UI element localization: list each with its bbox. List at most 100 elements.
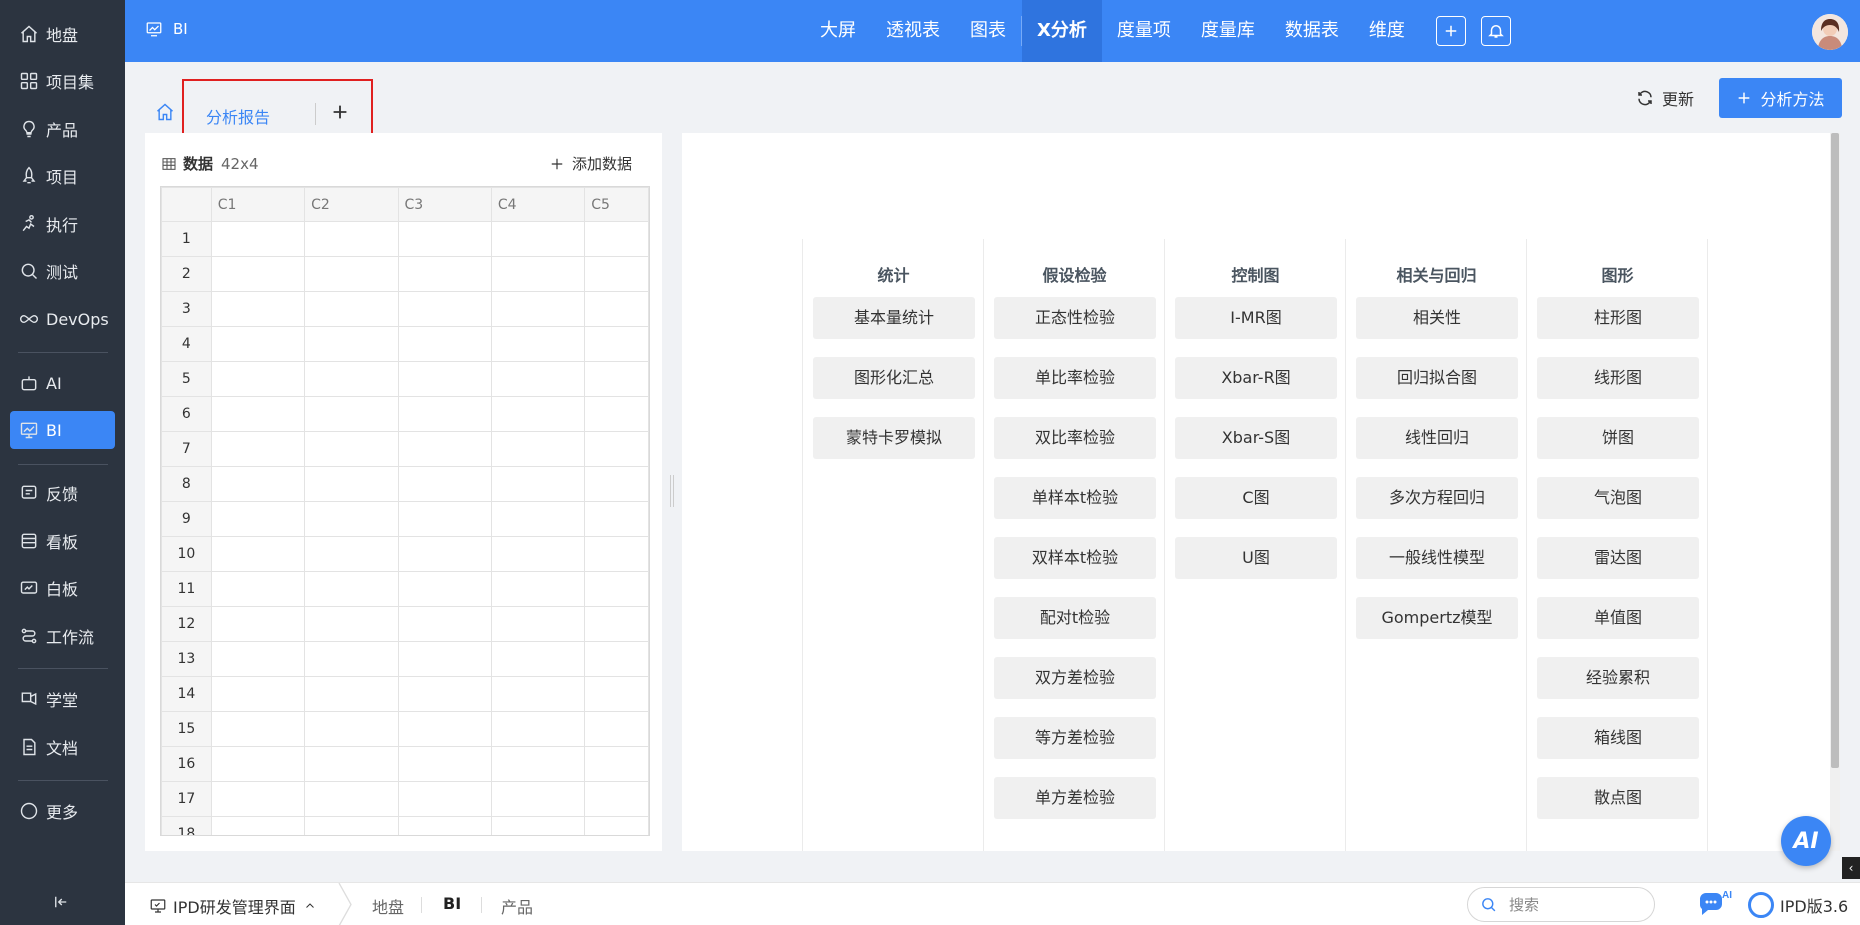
data-cell[interactable] [210, 361, 306, 397]
data-cell[interactable] [490, 326, 586, 362]
method-button[interactable]: I-MR图 [1175, 297, 1337, 339]
data-cell[interactable] [304, 361, 399, 397]
method-button[interactable]: 回归拟合图 [1356, 357, 1518, 399]
data-cell[interactable] [490, 536, 586, 572]
sidebar-item-docs[interactable]: 文档 [10, 728, 115, 766]
nav-pivot-table[interactable]: 透视表 [871, 0, 955, 62]
method-button[interactable]: 相关性 [1356, 297, 1518, 339]
data-cell[interactable] [304, 256, 399, 292]
sidebar-item-school[interactable]: 学堂 [10, 680, 115, 718]
data-cell[interactable] [584, 396, 649, 432]
data-cell[interactable] [210, 431, 306, 467]
data-cell[interactable] [397, 361, 492, 397]
data-cell[interactable] [304, 746, 399, 782]
data-cell[interactable] [304, 606, 399, 642]
method-button[interactable]: 单值图 [1537, 597, 1699, 639]
data-cell[interactable] [397, 641, 492, 677]
data-cell[interactable] [304, 326, 399, 362]
data-cell[interactable] [584, 571, 649, 607]
data-cell[interactable] [397, 326, 492, 362]
sidebar-item-more[interactable]: 更多 [10, 792, 115, 830]
data-cell[interactable] [210, 396, 306, 432]
nav-dimension[interactable]: 维度 [1354, 0, 1420, 62]
sidebar-item-ai[interactable]: AI [10, 364, 115, 402]
data-cell[interactable] [584, 676, 649, 712]
column-header[interactable]: C5 [584, 187, 649, 222]
data-cell[interactable] [397, 746, 492, 782]
method-button[interactable]: 柱形图 [1537, 297, 1699, 339]
sidebar-item-devops[interactable]: DevOps [10, 300, 115, 338]
create-button[interactable] [1436, 16, 1466, 46]
data-cell[interactable] [490, 221, 586, 257]
method-button[interactable]: 图形化汇总 [813, 357, 975, 399]
data-cell[interactable] [210, 536, 306, 572]
sidebar-item-execution[interactable]: 执行 [10, 205, 115, 243]
data-cell[interactable] [584, 746, 649, 782]
data-cell[interactable] [210, 641, 306, 677]
column-header[interactable]: C2 [304, 187, 399, 222]
data-cell[interactable] [584, 326, 649, 362]
data-cell[interactable] [210, 676, 306, 712]
column-header[interactable]: C1 [210, 187, 306, 222]
scrollbar-thumb[interactable] [1831, 133, 1839, 768]
data-cell[interactable] [210, 711, 306, 747]
data-cell[interactable] [490, 781, 586, 817]
data-cell[interactable] [490, 816, 586, 835]
nav-x-analysis[interactable]: X分析 [1022, 0, 1102, 62]
data-cell[interactable] [490, 291, 586, 327]
chevron-left-icon[interactable]: ‹ [1842, 857, 1860, 879]
data-cell[interactable] [210, 781, 306, 817]
add-data-button[interactable]: 添加数据 [550, 153, 632, 174]
sidebar-item-kanban[interactable]: 看板 [10, 522, 115, 560]
breadcrumb-product[interactable]: 产品 [501, 894, 533, 918]
data-cell[interactable] [490, 361, 586, 397]
method-button[interactable]: 经验累积 [1537, 657, 1699, 699]
method-button[interactable]: 单方差检验 [994, 777, 1156, 819]
method-button[interactable]: 双样本t检验 [994, 537, 1156, 579]
ai-chat-icon[interactable]: AI [1698, 889, 1732, 919]
method-button[interactable]: C图 [1175, 477, 1337, 519]
nav-metric-library[interactable]: 度量库 [1186, 0, 1270, 62]
data-cell[interactable] [584, 361, 649, 397]
data-cell[interactable] [210, 256, 306, 292]
method-button[interactable]: 线形图 [1537, 357, 1699, 399]
data-cell[interactable] [584, 711, 649, 747]
method-button[interactable]: 基本量统计 [813, 297, 975, 339]
data-cell[interactable] [584, 291, 649, 327]
data-cell[interactable] [304, 291, 399, 327]
collapse-sidebar-icon[interactable] [52, 893, 72, 913]
method-button[interactable]: Xbar-R图 [1175, 357, 1337, 399]
data-cell[interactable] [397, 816, 492, 835]
data-cell[interactable] [210, 571, 306, 607]
data-cell[interactable] [304, 221, 399, 257]
method-button[interactable]: 等方差检验 [994, 717, 1156, 759]
data-cell[interactable] [584, 816, 649, 835]
data-cell[interactable] [304, 396, 399, 432]
method-button[interactable]: 散点图 [1537, 777, 1699, 819]
data-cell[interactable] [490, 571, 586, 607]
data-cell[interactable] [584, 606, 649, 642]
data-cell[interactable] [304, 711, 399, 747]
method-button[interactable]: 单样本t检验 [994, 477, 1156, 519]
data-cell[interactable] [584, 256, 649, 292]
method-button[interactable]: 双比率检验 [994, 417, 1156, 459]
data-cell[interactable] [490, 466, 586, 502]
data-cell[interactable] [397, 501, 492, 537]
method-button[interactable]: 配对t检验 [994, 597, 1156, 639]
data-cell[interactable] [490, 676, 586, 712]
data-cell[interactable] [584, 221, 649, 257]
data-cell[interactable] [304, 571, 399, 607]
app-switcher[interactable]: IPD研发管理界面 [149, 894, 322, 918]
method-button[interactable]: 雷达图 [1537, 537, 1699, 579]
data-cell[interactable] [304, 431, 399, 467]
sidebar-item-workflow[interactable]: 工作流 [10, 617, 115, 655]
data-cell[interactable] [397, 466, 492, 502]
data-cell[interactable] [490, 606, 586, 642]
data-cell[interactable] [397, 256, 492, 292]
data-cell[interactable] [210, 326, 306, 362]
data-cell[interactable] [304, 781, 399, 817]
sidebar-item-bi[interactable]: BI [10, 411, 115, 449]
sidebar-item-product[interactable]: 产品 [10, 110, 115, 148]
nav-dashboard[interactable]: 大屏 [805, 0, 871, 62]
panel-splitter[interactable] [670, 475, 674, 507]
